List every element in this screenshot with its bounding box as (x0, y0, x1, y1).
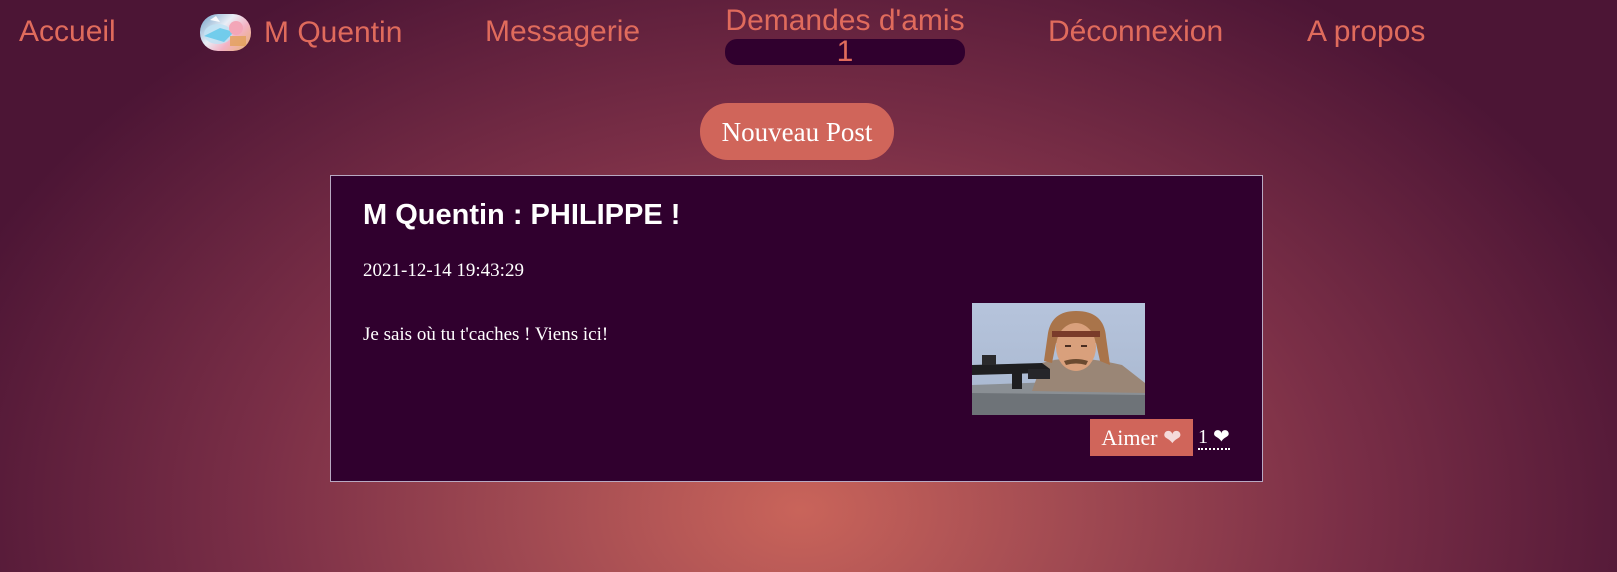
post-date: 2021-12-14 19:43:29 (363, 260, 524, 281)
nav-profile-link[interactable]: M Quentin (200, 14, 402, 51)
heart-icon: ❤ (1213, 426, 1230, 448)
nav-about-link[interactable]: A propos (1307, 14, 1425, 50)
nav-profile-name: M Quentin (264, 15, 403, 49)
post-image (972, 303, 1145, 415)
post-card: M Quentin : PHILIPPE ! 2021-12-14 19:43:… (330, 175, 1263, 482)
nav-friend-requests-link[interactable]: Demandes d'amis 1 (725, 4, 965, 67)
nav-home-link[interactable]: Accueil (19, 14, 116, 50)
post-title: M Quentin : PHILIPPE ! (363, 199, 681, 231)
like-count[interactable]: 1 ❤ (1198, 426, 1230, 450)
nav-logout-link[interactable]: Déconnexion (1048, 14, 1223, 50)
like-label: Aimer (1101, 425, 1158, 450)
friend-requests-count-badge: 1 (725, 37, 965, 67)
friend-requests-label: Demandes d'amis (725, 4, 965, 37)
post-body: Je sais où tu t'caches ! Viens ici! (363, 324, 609, 345)
avatar (200, 14, 251, 51)
like-count-value: 1 (1198, 426, 1208, 448)
new-post-button[interactable]: Nouveau Post (700, 103, 894, 160)
nav-messages-link[interactable]: Messagerie (485, 14, 640, 50)
heart-icon: ❤ (1163, 425, 1182, 450)
like-button[interactable]: Aimer ❤ (1090, 419, 1193, 456)
